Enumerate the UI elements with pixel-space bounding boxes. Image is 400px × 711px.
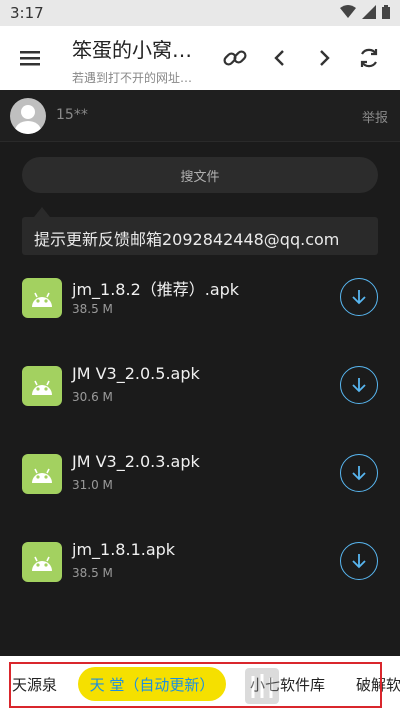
system-icons xyxy=(340,5,390,19)
refresh-button[interactable] xyxy=(353,42,385,74)
link-button[interactable] xyxy=(219,42,251,74)
signal-icon xyxy=(362,5,376,19)
tab-paradise-active[interactable]: 天 堂（自动更新） xyxy=(78,667,226,701)
android-icon xyxy=(22,454,62,494)
file-name: JM V3_2.0.5.apk xyxy=(72,364,200,383)
page-title: 笨蛋的小窝… xyxy=(72,38,192,62)
file-name: jm_1.8.1.apk xyxy=(72,540,176,559)
download-button[interactable] xyxy=(340,278,378,316)
app-toolbar: 笨蛋的小窝… 若遇到打不开的网址… xyxy=(0,26,400,90)
chevron-right-icon xyxy=(320,50,330,66)
report-link[interactable]: 举报 xyxy=(362,107,388,126)
file-list: jm_1.8.2（推荐）.apk 38.5 M JM V3_2.0.5.apk … xyxy=(0,278,400,630)
user-row: 15** 举报 xyxy=(0,90,400,142)
back-button[interactable] xyxy=(264,42,296,74)
search-files-label: 搜文件 xyxy=(180,169,220,185)
notice-text: 提示更新反馈邮箱2092842448@qq.com xyxy=(34,230,340,249)
search-files-button[interactable]: 搜文件 xyxy=(22,157,378,193)
notice-bubble: 提示更新反馈邮箱2092842448@qq.com xyxy=(22,207,378,255)
user-icon xyxy=(15,105,41,134)
username: 15** xyxy=(56,107,88,123)
file-item[interactable]: jm_1.8.2（推荐）.apk 38.5 M xyxy=(0,278,400,366)
file-name: jm_1.8.2（推荐）.apk xyxy=(72,280,240,299)
file-item[interactable]: jm_1.8.1.apk 38.5 M xyxy=(0,540,400,630)
file-size: 30.6 M xyxy=(72,390,113,404)
title-block: 笨蛋的小窝… 若遇到打不开的网址… xyxy=(72,34,212,86)
page-subtitle: 若遇到打不开的网址… xyxy=(72,71,193,85)
download-button[interactable] xyxy=(340,454,378,492)
tab-source-spring[interactable]: 天源泉 xyxy=(12,674,57,695)
wifi-icon xyxy=(340,5,356,18)
download-arrow-icon xyxy=(352,378,366,393)
chevron-left-icon xyxy=(274,50,284,66)
refresh-icon xyxy=(360,48,378,68)
file-size: 31.0 M xyxy=(72,478,113,492)
android-icon xyxy=(22,366,62,406)
file-item[interactable]: JM V3_2.0.3.apk 31.0 M xyxy=(0,452,400,542)
download-button[interactable] xyxy=(340,366,378,404)
file-size: 38.5 M xyxy=(72,566,113,580)
file-size: 38.5 M xyxy=(72,302,113,316)
forward-button[interactable] xyxy=(308,42,340,74)
download-button[interactable] xyxy=(340,542,378,580)
menu-button[interactable] xyxy=(14,42,46,74)
avatar[interactable] xyxy=(10,98,46,134)
watermark-logo xyxy=(245,668,279,704)
link-icon xyxy=(223,50,247,66)
android-icon xyxy=(22,542,62,582)
download-arrow-icon xyxy=(352,290,366,305)
tab-paradise-label: 天 堂（自动更新） xyxy=(89,675,215,694)
android-icon xyxy=(22,278,62,318)
file-name: JM V3_2.0.3.apk xyxy=(72,452,200,471)
hamburger-icon xyxy=(20,51,40,66)
battery-icon xyxy=(382,5,390,19)
status-bar: 3:17 xyxy=(0,0,400,26)
status-time: 3:17 xyxy=(10,4,44,22)
download-arrow-icon xyxy=(352,554,366,569)
file-item[interactable]: JM V3_2.0.5.apk 30.6 M xyxy=(0,364,400,454)
download-arrow-icon xyxy=(352,466,366,481)
